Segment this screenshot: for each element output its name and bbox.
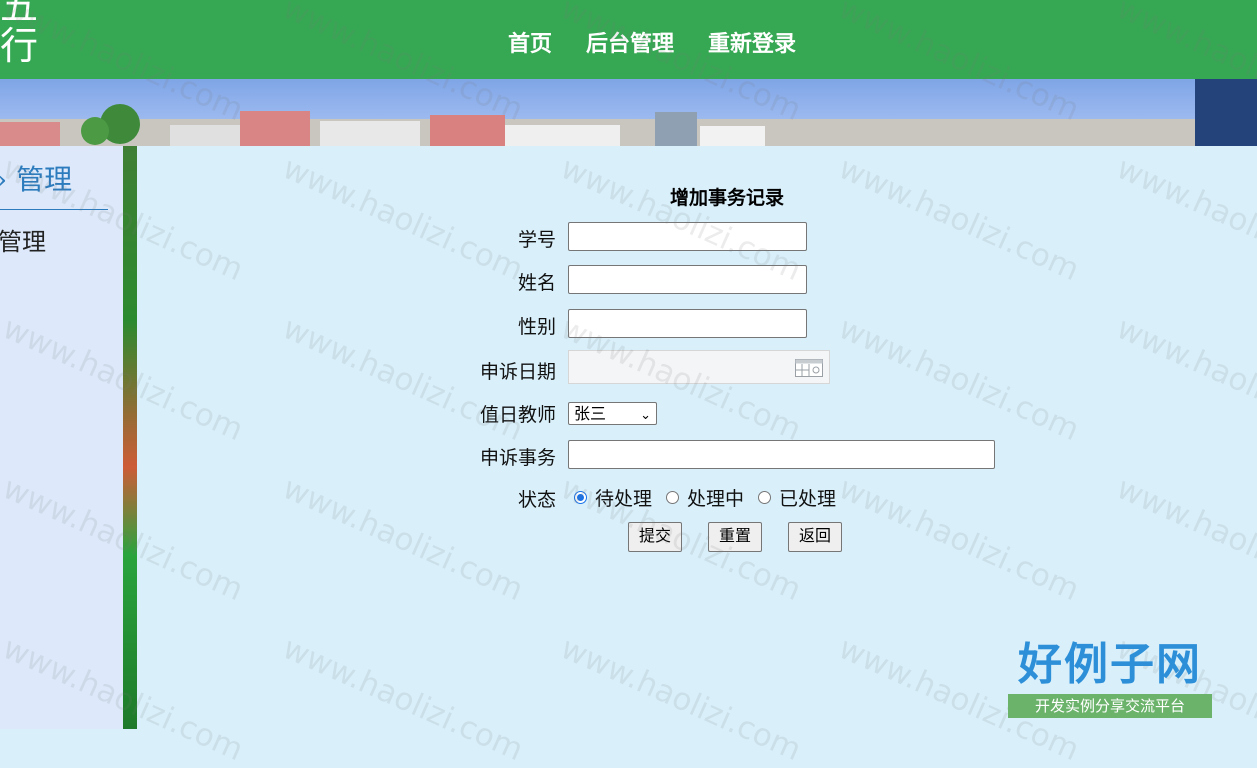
status-label: 状态 [517,489,556,511]
sidebar-item-manage[interactable]: 管理 [0,222,46,257]
date-label: 申诉日期 [479,361,556,383]
chevron-down-icon: ⌄ [640,408,651,423]
nav-admin-link[interactable]: 后台管理 [586,30,674,60]
main-nav: 首页 后台管理 重新登录 [508,30,796,60]
status-option-processing[interactable]: 处理中 [666,484,744,511]
date-picker-input[interactable] [568,350,830,384]
decorative-strip [123,146,137,729]
student-id-label: 学号 [517,229,556,251]
site-brand: 五 行 [0,0,38,66]
gender-label: 性别 [517,316,556,338]
logo-subtitle: 开发实例分享交流平台 [1008,694,1212,718]
sidebar-divider [0,209,108,210]
nav-relogin-link[interactable]: 重新登录 [708,30,796,60]
status-radio-processing[interactable] [666,491,680,504]
matter-label: 申诉事务 [479,447,556,469]
haolizi-logo: 好例子网 开发实例分享交流平台 [1008,640,1212,718]
sidebar-heading: › 管理 [0,163,73,196]
banner-buildings [0,79,1257,146]
nav-home-link[interactable]: 首页 [508,30,552,60]
name-label: 姓名 [517,272,556,294]
gender-input[interactable] [568,309,807,338]
logo-title: 好例子网 [1018,639,1202,690]
status-option-done[interactable]: 已处理 [758,484,836,511]
teacher-selected-value: 张三 [574,404,607,423]
status-radio-pending[interactable] [574,491,587,504]
left-sidebar: › 管理 管理 [0,146,123,729]
status-radio-group: 待处理 处理中 已处理 [574,484,850,511]
submit-button[interactable]: 提交 [628,522,683,552]
form-title: 增加事务记录 [670,187,785,209]
status-option-label: 待处理 [595,488,653,510]
top-header: 五 行 首页 后台管理 重新登录 [0,0,1257,79]
teacher-select[interactable]: 张三 ⌄ [568,402,657,425]
matter-input[interactable] [568,440,995,469]
status-option-label: 已处理 [779,488,837,510]
campus-banner-image [0,79,1257,146]
calendar-icon[interactable] [795,359,823,377]
status-radio-done[interactable] [758,491,772,504]
brand-line-1: 五 [0,0,39,28]
reset-button[interactable]: 重置 [708,522,763,552]
name-input[interactable] [568,265,807,294]
back-button[interactable]: 返回 [788,522,843,552]
teacher-label: 值日教师 [479,404,556,426]
status-option-label: 处理中 [687,488,745,510]
status-option-pending[interactable]: 待处理 [574,484,652,511]
brand-line-2: 行 [0,24,39,68]
student-id-input[interactable] [568,222,807,251]
